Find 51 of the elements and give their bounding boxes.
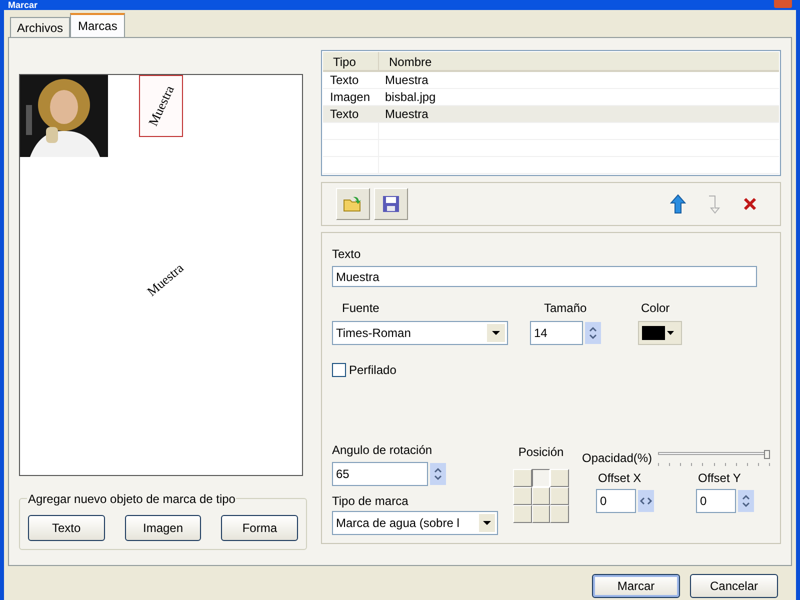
dialog-button[interactable]: Cancelar [690, 574, 778, 598]
field-label: Texto [332, 246, 362, 263]
spin-buttons[interactable] [638, 490, 654, 512]
field-label: Offset X [597, 470, 642, 487]
table-row[interactable]: Texto Muestra [323, 106, 780, 123]
table-row[interactable]: Texto Muestra [323, 72, 780, 89]
offset-y-field[interactable]: 0 [696, 489, 736, 513]
field-label: Tamaño [543, 300, 588, 317]
add-button[interactable]: Texto [28, 515, 105, 541]
field-label: Posición [518, 444, 564, 461]
type-dropdown[interactable]: Marca de agua (sobre l [332, 511, 498, 535]
add-button[interactable]: Imagen [124, 515, 202, 541]
opacity-slider[interactable] [658, 450, 770, 466]
table-cell-text: Muestra [384, 106, 428, 122]
table-cell-text: Imagen [329, 89, 372, 105]
field-label: Tipo de marca [332, 493, 410, 510]
folder-icon [343, 195, 363, 213]
column-header[interactable]: Nombre [379, 52, 432, 70]
tab[interactable]: Archivos [10, 17, 70, 37]
toolbar-button[interactable] [336, 188, 370, 220]
angle-field[interactable]: 65 [332, 462, 428, 486]
table-cell-text: Muestra [384, 72, 428, 88]
field-label: Angulo de rotación [332, 442, 434, 459]
add-button[interactable]: Forma [221, 515, 298, 541]
checkbox[interactable] [332, 363, 346, 377]
table-cell-text: Texto [329, 106, 360, 122]
toolbar-button[interactable] [374, 188, 408, 220]
size-field[interactable]: 14 [530, 321, 583, 345]
up-arrow-icon [670, 194, 686, 214]
spin-buttons[interactable] [430, 463, 446, 485]
field-label: Fuente [341, 300, 380, 317]
spin-buttons[interactable] [738, 490, 754, 512]
spin-buttons[interactable] [585, 322, 601, 344]
checkbox-row[interactable]: Perfilado [332, 361, 770, 379]
caret-icon [667, 331, 674, 335]
text-field[interactable]: Muestra [332, 266, 757, 287]
offset-x-field[interactable]: 0 [596, 489, 636, 513]
field-label: Opacidad(%) [582, 450, 652, 467]
color-picker[interactable] [638, 321, 682, 345]
field-label: Offset Y [697, 470, 742, 487]
field-label: Color [640, 300, 671, 317]
tab[interactable]: Marcas [70, 13, 126, 37]
table-cell-text: bisbal.jpg [384, 89, 436, 105]
position-cell[interactable] [532, 469, 550, 487]
delete-icon [743, 197, 758, 211]
window-title: Marcar [8, 0, 38, 10]
dialog-button[interactable]: Marcar [592, 574, 680, 598]
font-dropdown[interactable]: Times-Roman [332, 321, 508, 345]
table-cell-text: Texto [329, 72, 360, 88]
column-header[interactable]: Tipo [323, 52, 379, 70]
slider-thumb[interactable] [764, 450, 770, 459]
